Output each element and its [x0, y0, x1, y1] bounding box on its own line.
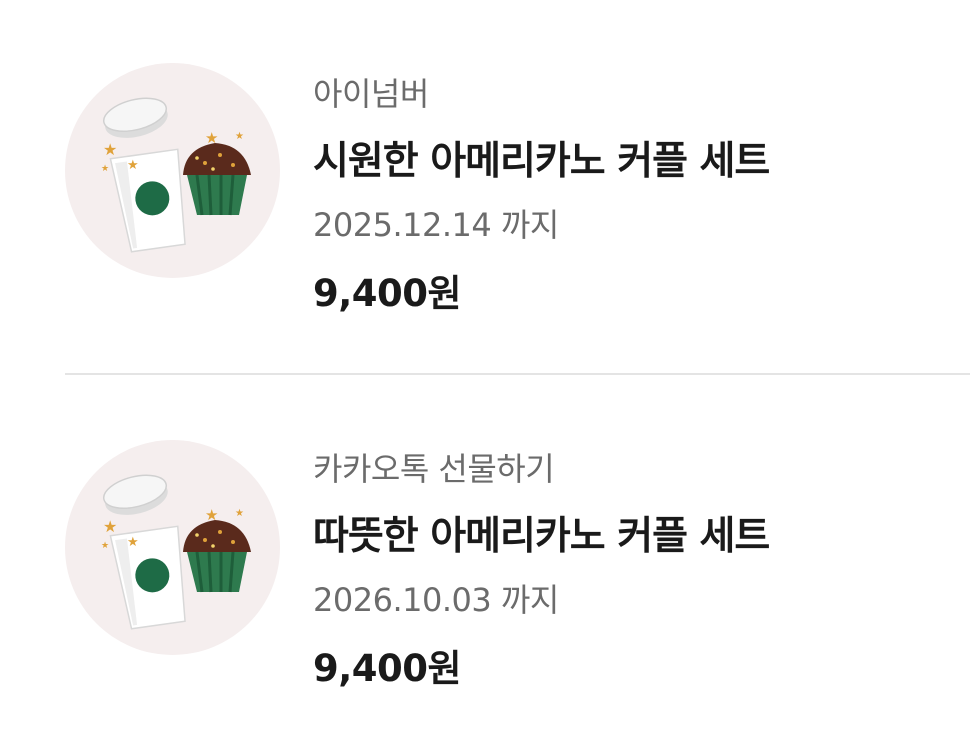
coffee-cupcake-icon: ★ ★ ★ ★ ★: [65, 440, 280, 655]
product-name[interactable]: 시원한 아메리카노 커플 세트: [313, 130, 770, 186]
svg-text:★: ★: [103, 517, 117, 536]
svg-text:★: ★: [127, 158, 139, 173]
coffee-cupcake-icon: ★ ★ ★ ★ ★: [65, 63, 280, 278]
coupon-list-item[interactable]: ★ ★ ★ ★ ★ 카카오톡 선물하기 따뜻한 아메리카노 커플 세트 2026…: [0, 430, 970, 730]
svg-text:★: ★: [235, 131, 244, 142]
svg-text:★: ★: [127, 535, 139, 550]
expiry-date: 2026.10.03 까지: [313, 581, 559, 619]
coupon-list-item[interactable]: ★ ★ ★ ★ ★ 아이넘버 시원한 아메리카노 커플 세트 2025.12.1…: [0, 55, 970, 355]
sender-label: 아이넘버: [313, 75, 429, 113]
svg-text:★: ★: [101, 164, 109, 174]
svg-text:★: ★: [103, 140, 117, 159]
svg-text:★: ★: [235, 508, 244, 519]
price-label: 9,400원: [313, 272, 462, 315]
divider: [65, 373, 970, 375]
svg-text:★: ★: [101, 541, 109, 551]
price-label: 9,400원: [313, 647, 462, 690]
sender-label: 카카오톡 선물하기: [313, 450, 555, 488]
product-name[interactable]: 따뜻한 아메리카노 커플 세트: [313, 505, 770, 561]
expiry-date: 2025.12.14 까지: [313, 206, 559, 244]
svg-text:★: ★: [205, 129, 218, 147]
svg-text:★: ★: [205, 506, 218, 524]
